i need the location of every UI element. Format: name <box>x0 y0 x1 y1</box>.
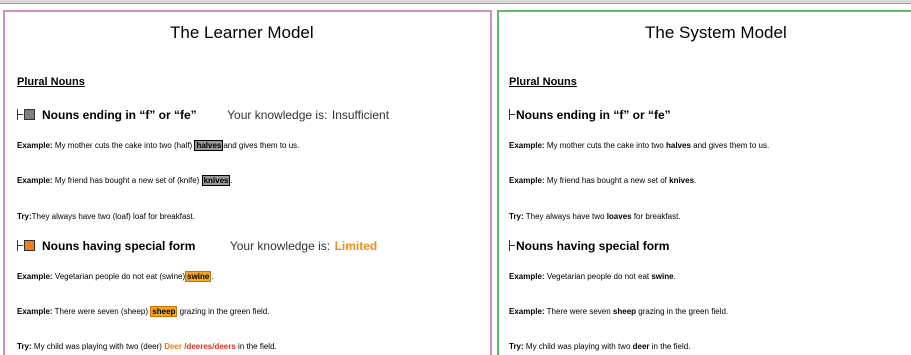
learner-answer-red: /deeres/deers <box>184 342 236 351</box>
example-lead: Example: <box>17 272 53 281</box>
system-answer: deer <box>632 342 650 351</box>
system-topic-1-label: Nouns ending in “f” or “fe” <box>516 108 671 122</box>
learner-topic-2-label: Nouns having special form <box>42 239 196 253</box>
tree-branch-icon <box>17 240 23 251</box>
example-lead: Example: <box>509 141 545 150</box>
learner-answer-highlight: halves <box>194 140 224 151</box>
learner-model-title: The Learner Model <box>170 23 314 42</box>
try-lead: Try: <box>17 212 32 221</box>
system-topic-2-label: Nouns having special form <box>516 239 670 253</box>
system-answer: swine <box>651 272 674 281</box>
try-text-after: for breakfast. <box>633 212 681 221</box>
system-example-4: Example: There were seven sheep grazing … <box>509 307 728 316</box>
learner-try-2: Try: My child was playing with two (deer… <box>17 342 277 351</box>
example-text-after: and gives them to us. <box>693 141 770 150</box>
learner-answer-highlight: sheep <box>150 306 178 317</box>
try-text-after: in the field. <box>651 342 691 351</box>
system-topic-row-2[interactable]: Nouns having special form <box>509 237 669 255</box>
try-lead: Try: <box>17 342 32 351</box>
learner-model-panel: The Learner Model Plural Nouns Nouns end… <box>3 10 492 355</box>
example-text: My mother cuts the cake into two <box>546 141 664 150</box>
example-text: There were seven <box>546 307 611 316</box>
example-lead: Example: <box>509 307 545 316</box>
learner-answer-highlight: knives <box>201 175 231 186</box>
try-lead: Try: <box>509 212 524 221</box>
example-lead: Example: <box>509 176 545 185</box>
learner-topic-2-knowledge-prefix: Your knowledge is: <box>229 239 331 253</box>
example-text: Vegetarian people do not eat (swine) <box>54 272 186 281</box>
example-lead: Example: <box>17 307 53 316</box>
learner-try-1: Try:They always have two (loaf) loaf for… <box>17 212 195 221</box>
system-model-panel: The System Model Plural Nouns Nouns endi… <box>497 10 911 355</box>
example-text-after: grazing in the green field. <box>179 307 270 316</box>
example-text-after: . <box>673 272 676 281</box>
learner-section-heading: Plural Nouns <box>17 76 85 88</box>
example-lead: Example: <box>17 176 53 185</box>
try-text: My child was playing with two (deer) <box>33 342 162 351</box>
example-text-after: . <box>694 176 697 185</box>
system-example-3: Example: Vegetarian people do not eat sw… <box>509 272 676 281</box>
example-text: Vegetarian people do not eat <box>546 272 650 281</box>
system-answer: sheep <box>612 307 637 316</box>
learner-example-3: Example: Vegetarian people do not eat (s… <box>17 271 214 282</box>
status-square-icon <box>24 109 35 120</box>
example-text-after: . <box>211 272 214 281</box>
learner-topic-1-knowledge-value: Insufficient <box>331 108 390 122</box>
try-text: My child was playing with two <box>525 342 631 351</box>
example-text-after: . <box>230 176 233 185</box>
learner-topic-1-knowledge-prefix: Your knowledge is: <box>227 108 328 122</box>
system-topic-row-1[interactable]: Nouns ending in “f” or “fe” <box>509 106 671 124</box>
system-answer: knives <box>669 176 695 185</box>
example-text: There were seven (sheep) <box>54 307 149 316</box>
system-try-2: Try: My child was playing with two deer … <box>509 342 690 351</box>
learner-topic-1-label: Nouns ending in “f” or “fe” <box>42 108 197 122</box>
learner-example-2: Example: My friend has bought a new set … <box>17 175 233 186</box>
try-text-after: in the field. <box>238 342 277 351</box>
status-square-icon <box>24 240 35 251</box>
learner-answer-highlight: swine <box>185 271 212 282</box>
example-lead: Example: <box>509 272 545 281</box>
learner-answer-orange: Deer <box>164 342 182 351</box>
top-border <box>0 0 911 4</box>
system-try-1: Try: They always have two loaves for bre… <box>509 212 681 221</box>
system-example-1: Example: My mother cuts the cake into tw… <box>509 141 769 150</box>
learner-topic-2-knowledge-value: Limited <box>334 239 378 253</box>
example-text: My mother cuts the cake into two (half) <box>54 141 193 150</box>
system-section-heading: Plural Nouns <box>509 76 577 88</box>
try-text: They always have two (loaf) loaf for bre… <box>31 212 195 221</box>
try-text: They always have two <box>525 212 605 221</box>
learner-topic-row-1[interactable]: Nouns ending in “f” or “fe” Your knowled… <box>17 106 389 124</box>
try-lead: Try: <box>509 342 524 351</box>
system-example-2: Example: My friend has bought a new set … <box>509 176 696 185</box>
tree-branch-icon <box>509 240 515 251</box>
system-answer: loaves <box>606 212 632 221</box>
system-answer: halves <box>665 141 691 150</box>
system-model-title: The System Model <box>645 23 787 42</box>
example-text: My friend has bought a new set of (knife… <box>54 176 200 185</box>
learner-example-1: Example: My mother cuts the cake into tw… <box>17 140 300 151</box>
example-lead: Example: <box>17 141 53 150</box>
example-text: My friend has bought a new set of <box>546 176 667 185</box>
example-text-after: and gives them to us. <box>223 141 300 150</box>
learner-example-4: Example: There were seven (sheep) sheep … <box>17 306 270 317</box>
learner-topic-row-2[interactable]: Nouns having special form Your knowledge… <box>17 237 377 255</box>
example-text-after: grazing in the green field. <box>638 307 729 316</box>
tree-branch-icon <box>17 109 23 120</box>
tree-branch-icon <box>509 109 515 120</box>
